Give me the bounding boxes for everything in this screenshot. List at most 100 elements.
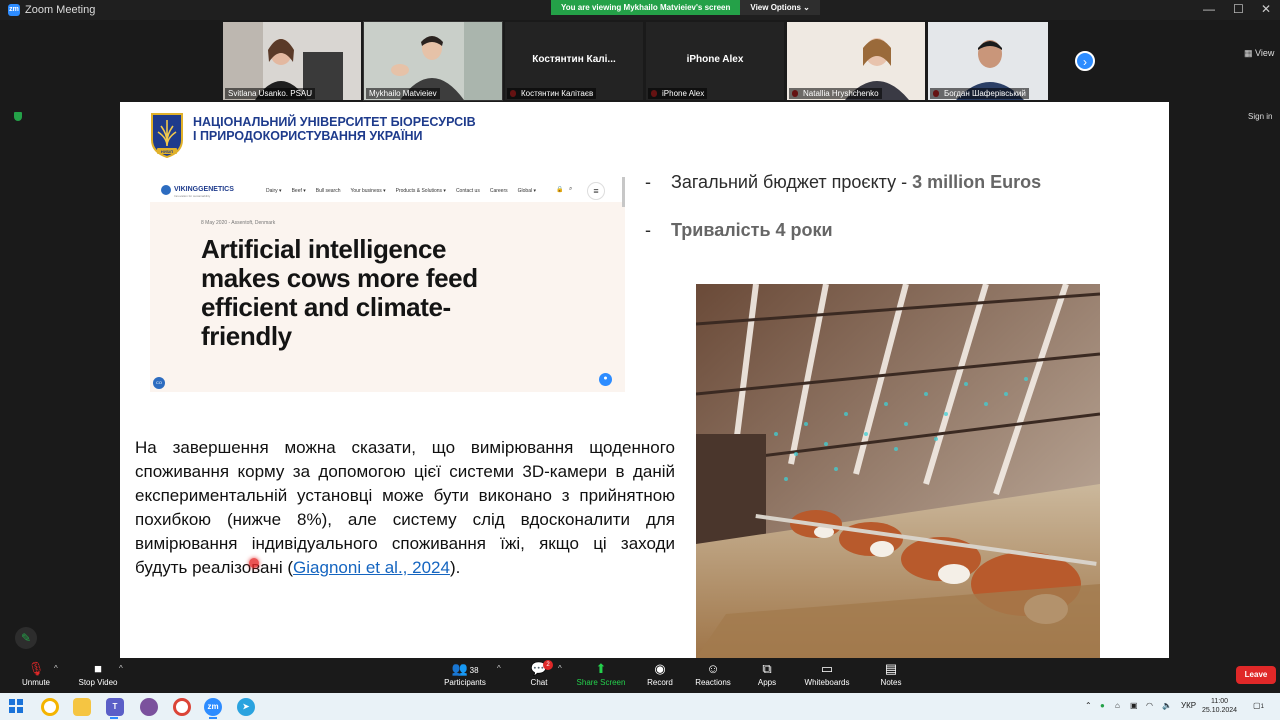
viber-icon[interactable] [140,698,158,716]
stop-video-button[interactable]: ■ Stop Video [60,660,136,687]
minimize-icon[interactable]: — [1203,2,1215,16]
shared-slide: НУБіП НАЦІОНАЛЬНИЙ УНІВЕРСИТЕТ БІОРЕСУРС… [120,102,1169,658]
notes-icon: ▤ [884,661,898,676]
logo-text: НУБіП [161,149,173,154]
annotate-pen-button[interactable]: ✎ [15,627,37,649]
participant-name: Svitlana Usanko. PSAU [225,88,316,99]
webpage-menu-item: Careers [489,188,508,194]
notifications-icon[interactable]: ▢1 [1253,701,1264,710]
tray-camera-icon[interactable]: ▣ [1130,701,1138,710]
webpage-brand-tagline: Innovation for sustainability [174,194,211,198]
tray-network-icon[interactable]: ⌂ [1115,701,1120,710]
next-page-button[interactable]: › [1075,51,1095,71]
chrome-icon[interactable] [41,698,59,716]
window-title: Zoom Meeting [25,4,96,16]
video-camera-icon: ■ [94,661,102,676]
teams-active-indicator [110,717,118,719]
maximize-icon[interactable]: ☐ [1233,2,1244,16]
leave-button[interactable]: Leave [1236,666,1276,684]
co-badge-icon: CO [153,377,165,389]
lock-icon: 🔒 [556,187,564,193]
zoom-window: zm Zoom Meeting You are viewing Mykhailo… [0,0,1280,720]
clock-time: 11:00 [1211,698,1229,705]
telegram-icon[interactable]: ➤ [237,698,255,716]
share-banner: You are viewing Mykhailo Matvieiev's scr… [551,0,820,15]
notes-label: Notes [880,678,902,687]
participants-button[interactable]: 👥 38 Participants [427,660,503,687]
participant-name: Mykhailo Matvieiev [366,88,440,99]
notes-button[interactable]: ▤ Notes [853,660,929,687]
university-logo: НУБіП [151,113,183,158]
search-icon: ⌕ [569,186,573,192]
participant-tile[interactable]: iPhone Alex iPhone Alex [646,22,784,100]
webpage-screenshot: VIKINGGENETICS Innovation for sustainabi… [150,177,625,392]
zoom-taskbar-icon[interactable]: zm [204,698,222,716]
chat-unread-badge: 2 [543,660,553,670]
tray-app-icon[interactable]: ● [1100,701,1105,710]
participant-name: Богдан Шаферівський [930,88,1029,99]
teams-icon[interactable]: T [106,698,124,716]
close-icon[interactable]: ✕ [1261,2,1271,16]
cow-barn-photo [696,284,1100,658]
bullet-dash: - [645,220,651,240]
webpage-date: 8 May 2020 - Assentoft, Denmark [201,220,276,226]
view-options-button[interactable]: View Options ⌄ [740,0,820,15]
view-button[interactable]: ▦ View [1244,48,1274,59]
bullet-budget-value: 3 million Euros [912,172,1042,192]
chat-bubble-icon: ● [599,373,612,386]
chrome-profile-icon[interactable] [173,698,191,716]
meeting-toolbar: 🎙 Unmute ^ ■ Stop Video ^ 👥 38 Participan… [0,658,1280,693]
volume-icon[interactable]: 🔈 [1162,701,1172,710]
bullet-duration-text: Тривалість 4 роки [671,220,833,240]
university-name-line2: І ПРИРОДОКОРИСТУВАННЯ УКРАЇНИ [193,129,423,143]
participants-label: Participants [444,678,486,687]
webpage-menu-item: Products & Solutions ▾ [395,188,446,194]
wifi-icon[interactable]: ◠ [1146,701,1153,710]
chevron-right-icon: › [1083,55,1087,69]
zoom-app-icon: zm [8,4,20,16]
participant-tile[interactable]: Svitlana Usanko. PSAU [223,22,361,100]
participant-name: Костянтин Калітаєв [507,88,597,99]
brand-logo-icon [161,185,171,195]
windows-start-icon[interactable] [9,699,23,713]
participant-tile[interactable]: Natallia Hryshchenko [787,22,925,100]
participant-name: Natallia Hryshchenko [789,88,882,99]
language-indicator[interactable]: УКР [1181,701,1196,710]
university-name-line1: НАЦІОНАЛЬНИЙ УНІВЕРСИТЕТ БІОРЕСУРСІВ [193,115,476,129]
bullet-text: Загальний бюджет проєкту - 3 million Eur… [671,172,1041,193]
tray-expand-icon[interactable]: ⌃ [1085,701,1092,710]
citation-link[interactable]: Giagnoni et al., 2024 [293,558,450,577]
sign-in-link[interactable]: Sign in [1248,112,1272,121]
participant-tile-active-speaker[interactable]: Mykhailo Matvieiev [363,21,503,101]
notification-count: 1 [1260,704,1264,710]
webpage-headline: Artificial intelligence makes cows more … [201,234,478,351]
file-explorer-icon[interactable] [73,698,91,716]
bullet-budget-label: Загальний бюджет проєкту - [671,172,913,192]
view-label: View [1255,48,1275,58]
encryption-shield-icon[interactable] [14,112,22,121]
laser-pointer [249,558,259,568]
share-banner-message: You are viewing Mykhailo Matvieiev's scr… [551,0,741,15]
video-gallery: Svitlana Usanko. PSAU Mykhailo Matvieiev… [0,20,1280,102]
webpage-menu: Dairy ▾ Beef ▾ Bull search Your business… [266,188,536,194]
conclusion-paragraph: На завершення можна сказати, що вимірюва… [135,436,675,580]
participant-center-name: iPhone Alex [686,54,744,65]
paragraph-text: На завершення можна сказати, що вимірюва… [135,438,675,577]
university-name: НАЦІОНАЛЬНИЙ УНІВЕРСИТЕТ БІОРЕСУРСІВ І П… [193,115,476,143]
clock-date: 25.10.2024 [1202,707,1238,714]
participant-tile[interactable]: Костянтин Калі... Костянтин Калітаєв [505,22,643,100]
participants-count: 38 [469,666,479,675]
system-clock[interactable]: 11:00 25.10.2024 [1202,697,1237,715]
webpage-menu-item: Bull search [315,188,341,194]
audio-options-caret-icon[interactable]: ^ [54,664,58,673]
webpage-menu-item: Your business ▾ [350,188,386,194]
participant-name: iPhone Alex [648,88,708,99]
participant-tile[interactable]: Богдан Шаферівський [928,22,1048,100]
chat-caret-icon[interactable]: ^ [558,664,562,673]
stop-video-label: Stop Video [78,678,118,687]
webpage-nav: VIKINGGENETICS Innovation for sustainabi… [150,177,625,202]
video-options-caret-icon[interactable]: ^ [119,664,123,673]
webpage-scrollbar [622,177,625,207]
zoom-active-indicator [209,717,217,719]
pen-icon: ✎ [20,631,32,645]
